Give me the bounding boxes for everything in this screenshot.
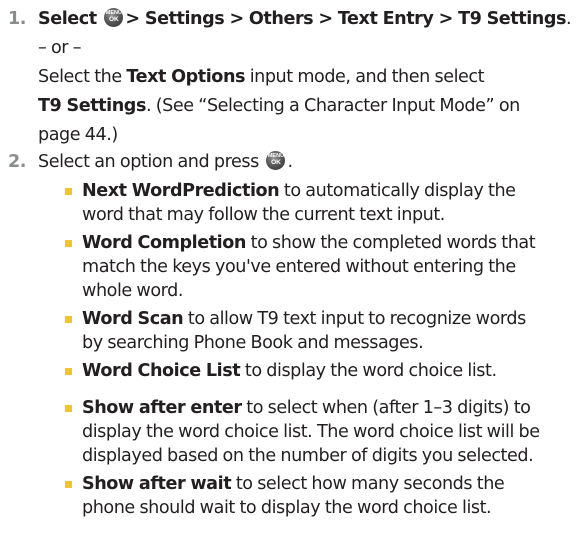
option-line: whole word. bbox=[82, 281, 183, 301]
bullet-icon bbox=[65, 316, 72, 323]
alt-instruction-line-2: T9 Settings. (See “Selecting a Character… bbox=[38, 96, 520, 116]
option-line: displayed based on the number of digits … bbox=[82, 446, 534, 466]
option-show-after-enter: Show after enter to select when (after 1… bbox=[82, 398, 531, 418]
bullet-icon bbox=[65, 188, 72, 195]
manual-page: 1. Select MENU OK > Settings > Others > Te… bbox=[0, 0, 579, 557]
option-line: phone should wait to display the word ch… bbox=[82, 498, 492, 518]
option-word-scan: Word Scan to allow T9 text input to reco… bbox=[82, 309, 526, 329]
option-next-word-prediction: Next WordPrediction to automatically dis… bbox=[82, 181, 516, 201]
step-number: 2. bbox=[8, 152, 27, 172]
alt-instruction-line-1: Select the Text Options input mode, and … bbox=[38, 67, 485, 87]
menu-ok-key-icon: MENU OK bbox=[266, 151, 286, 170]
step-1-instruction: Select MENU OK > Settings > Others > Text … bbox=[38, 8, 572, 29]
or-separator: – or – bbox=[38, 38, 82, 58]
step-number: 1. bbox=[8, 9, 27, 29]
option-line: display the word choice list. The word c… bbox=[82, 422, 540, 442]
menu-path: > Settings > Others > Text Entry > T9 Se… bbox=[125, 9, 567, 29]
option-show-after-wait: Show after wait to select how many secon… bbox=[82, 474, 505, 494]
option-word-completion: Word Completion to show the completed wo… bbox=[82, 233, 536, 253]
bullet-icon bbox=[65, 240, 72, 247]
select-word: Select bbox=[38, 9, 97, 29]
alt-instruction-line-3: page 44.) bbox=[38, 125, 118, 145]
option-line: word that may follow the current text in… bbox=[82, 205, 445, 225]
option-word-choice-list: Word Choice List to display the word cho… bbox=[82, 361, 497, 381]
bullet-icon bbox=[65, 368, 72, 375]
step-2-instruction: Select an option and press MENU OK. bbox=[38, 151, 293, 172]
option-line: match the keys you've entered without en… bbox=[82, 257, 516, 277]
text-options-label: Text Options bbox=[126, 67, 246, 87]
bullet-icon bbox=[65, 481, 72, 488]
t9-settings-label: T9 Settings bbox=[38, 96, 146, 116]
bullet-icon bbox=[65, 405, 72, 412]
option-line: by searching Phone Book and messages. bbox=[82, 333, 424, 353]
menu-ok-key-icon: MENU OK bbox=[104, 8, 124, 27]
